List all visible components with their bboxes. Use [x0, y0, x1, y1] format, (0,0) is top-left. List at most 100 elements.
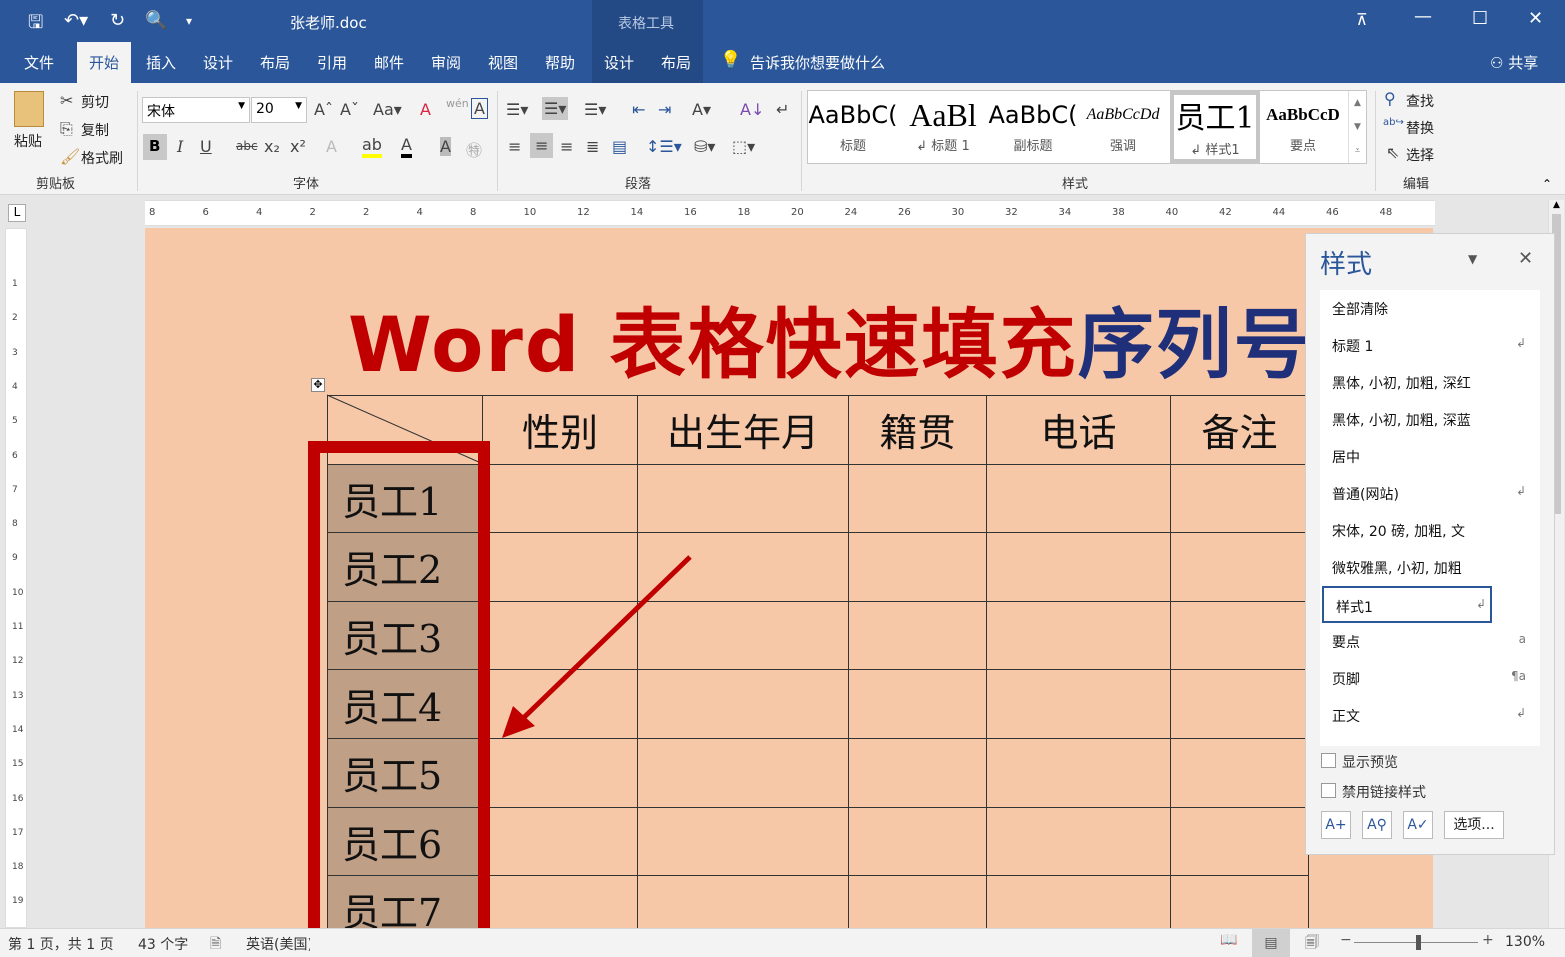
horizontal-ruler[interactable]: 8 6 4 2 2 4 8 10 12 14 16 18 20 24 26 30 32 34 38 40 42 44 46 4…	[145, 200, 1435, 226]
style-title[interactable]: AaBbC(标题	[808, 91, 898, 163]
phonetic-guide-icon[interactable]: wén	[446, 97, 469, 110]
superscript-button[interactable]: x²	[290, 137, 306, 156]
tab-mailings[interactable]: 邮件	[374, 52, 404, 73]
style-list-item[interactable]: 居中	[1320, 438, 1540, 475]
font-color-icon[interactable]: A	[401, 135, 412, 158]
replace-button[interactable]: 替换	[1406, 118, 1434, 138]
pane-options-icon[interactable]: ▼	[1468, 252, 1477, 266]
style-strong[interactable]: AaBbCcD 要点	[1258, 91, 1348, 163]
style-list-item[interactable]: 宋体, 20 磅, 加粗, 文	[1320, 512, 1540, 549]
cut-button[interactable]: 剪切	[81, 92, 109, 112]
borders-icon[interactable]: ⬚▾	[732, 137, 755, 156]
change-case-icon[interactable]: Aa▾	[373, 100, 402, 119]
save-icon[interactable]: 🖫	[28, 10, 43, 40]
format-painter-button[interactable]: 格式刷	[81, 148, 123, 168]
find-button[interactable]: 查找	[1406, 91, 1434, 111]
zoom-in-button[interactable]: +	[1482, 932, 1494, 948]
underline-button[interactable]: U	[200, 137, 212, 156]
numbering-icon[interactable]: ☰▾	[542, 97, 569, 120]
new-style-icon[interactable]: A+	[1321, 811, 1351, 839]
strikethrough-button[interactable]: abc	[236, 139, 258, 153]
shrink-font-icon[interactable]: Aˇ	[340, 100, 359, 119]
highlight-icon[interactable]: ab	[362, 135, 382, 158]
text-direction-icon[interactable]: A▾	[692, 100, 711, 119]
decrease-indent-icon[interactable]: ⇤	[632, 100, 645, 119]
tab-stop-selector[interactable]: L	[8, 204, 26, 222]
justify-icon[interactable]: ≣	[586, 137, 599, 156]
tab-review[interactable]: 审阅	[431, 52, 461, 73]
tab-design[interactable]: 设计	[203, 52, 233, 73]
sort-icon[interactable]: A↓	[740, 100, 764, 119]
text-effects-icon[interactable]: A	[326, 137, 337, 156]
align-right-icon[interactable]: ≡	[560, 137, 573, 156]
style-heading1[interactable]: AaBl ↲ 标题 1	[898, 91, 988, 163]
tab-layout[interactable]: 布局	[260, 52, 290, 73]
clear-formatting-icon[interactable]: A	[420, 100, 431, 119]
print-preview-icon[interactable]: 🔍	[145, 10, 167, 31]
tell-me-input[interactable]: 告诉我你想要做什么	[750, 52, 885, 73]
show-marks-icon[interactable]: ↵	[776, 100, 789, 119]
options-button[interactable]: 选项...	[1444, 811, 1504, 839]
maximize-icon[interactable]: ☐	[1472, 8, 1488, 29]
grow-font-icon[interactable]: Aˆ	[314, 100, 333, 119]
disable-linked-styles-checkbox[interactable]	[1321, 783, 1336, 798]
tab-table-layout[interactable]: 布局	[661, 52, 691, 73]
shading-icon[interactable]: ⛁▾	[694, 137, 715, 156]
gallery-scroll[interactable]: ▲ ▼ ⩡	[1348, 91, 1366, 163]
tab-table-design[interactable]: 设计	[604, 52, 634, 73]
manage-styles-icon[interactable]: A✓	[1403, 811, 1433, 839]
redo-icon[interactable]: ↻	[110, 10, 125, 31]
style-list-item[interactable]: 微软雅黑, 小初, 加粗	[1320, 549, 1540, 586]
minimize-icon[interactable]: —	[1414, 6, 1432, 27]
paste-button[interactable]: 粘贴	[14, 131, 42, 151]
share-button[interactable]: ⚇ 共享	[1490, 52, 1538, 73]
word-count[interactable]: 43 个字	[138, 934, 188, 954]
italic-button[interactable]: I	[177, 137, 183, 156]
paste-icon[interactable]	[14, 91, 44, 127]
style-list-item[interactable]: 黑体, 小初, 加粗, 深蓝	[1320, 401, 1540, 438]
line-spacing-icon[interactable]: ↕☰▾	[646, 137, 682, 156]
style-list-item[interactable]: 普通(网站) ↲	[1320, 475, 1540, 512]
style-list-item[interactable]: 样式1 ↲	[1322, 586, 1492, 623]
style-inspector-icon[interactable]: A⚲	[1362, 811, 1392, 839]
font-size-select[interactable]: 20 ▼	[251, 97, 307, 123]
character-border-icon[interactable]: A	[471, 98, 488, 119]
character-shading-icon[interactable]: A	[440, 137, 451, 156]
align-left-icon[interactable]: ≡	[508, 137, 521, 156]
close-pane-icon[interactable]: ✕	[1518, 248, 1533, 269]
ribbon-display-icon[interactable]: ⊼	[1356, 10, 1368, 29]
distributed-icon[interactable]: ▤	[612, 137, 627, 156]
style-emphasis[interactable]: AaBbCcDd 强调	[1078, 91, 1168, 163]
font-name-select[interactable]: 宋体 ▼	[142, 97, 250, 123]
tab-insert[interactable]: 插入	[146, 52, 176, 73]
style-list-item[interactable]: 页脚 ¶a	[1320, 660, 1540, 697]
increase-indent-icon[interactable]: ⇥	[658, 100, 671, 119]
web-layout-icon[interactable]: 🗐	[1305, 932, 1319, 956]
proofing-icon[interactable]: 🗎	[210, 933, 221, 957]
tab-home[interactable]: 开始	[77, 42, 132, 83]
style-list-item[interactable]: 黑体, 小初, 加粗, 深红	[1320, 364, 1540, 401]
bold-button[interactable]: B	[143, 134, 167, 160]
bullets-icon[interactable]: ☰▾	[506, 100, 528, 119]
language-indicator[interactable]: 英语(美国)	[246, 934, 310, 954]
customize-quick-access-icon[interactable]: ▾	[186, 14, 192, 28]
close-icon[interactable]: ✕	[1528, 8, 1543, 29]
read-mode-icon[interactable]: 📖	[1220, 932, 1237, 948]
zoom-out-button[interactable]: −	[1340, 932, 1352, 948]
enclose-character-icon[interactable]: ㊕	[466, 137, 482, 161]
zoom-slider-thumb[interactable]	[1416, 935, 1421, 950]
undo-icon[interactable]: ↶▾	[64, 10, 88, 31]
copy-button[interactable]: 复制	[81, 120, 109, 140]
style-list-item[interactable]: 正文 ↲	[1320, 697, 1540, 734]
vertical-ruler[interactable]: 1 2 3 4 5 6 7 8 9 10 11 12 13 14 15 16 17 18 19	[5, 228, 27, 928]
select-button[interactable]: 选择	[1406, 145, 1434, 165]
style-list-item[interactable]: 全部清除	[1320, 290, 1540, 327]
tab-references[interactable]: 引用	[317, 52, 347, 73]
multilevel-list-icon[interactable]: ☰▾	[584, 100, 606, 119]
style-subtitle[interactable]: AaBbC(副标题	[988, 91, 1078, 163]
style-list-item[interactable]: 要点 a	[1320, 623, 1540, 660]
collapse-ribbon-icon[interactable]: ⌃	[1542, 177, 1552, 191]
show-preview-checkbox[interactable]	[1321, 753, 1336, 768]
subscript-button[interactable]: x₂	[264, 137, 280, 156]
zoom-level[interactable]: 130%	[1505, 934, 1545, 950]
